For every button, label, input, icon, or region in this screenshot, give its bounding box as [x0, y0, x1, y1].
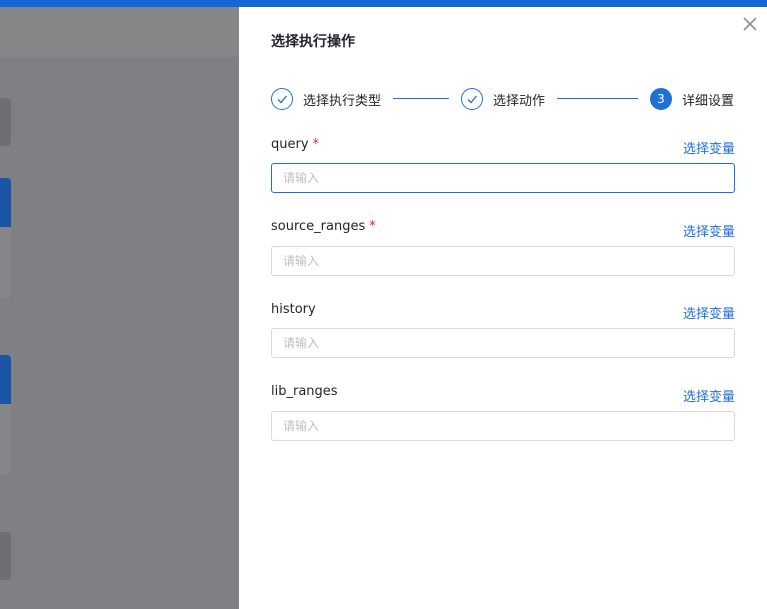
step-connector: [557, 98, 638, 99]
check-icon: [461, 88, 483, 110]
lib-ranges-select-variable-link[interactable]: 选择变量: [683, 386, 735, 405]
step-2-label: 选择动作: [493, 93, 546, 109]
step-3: 3 详细设置: [650, 87, 734, 111]
query-select-variable-link[interactable]: 选择变量: [683, 138, 735, 157]
history-select-variable-link[interactable]: 选择变量: [683, 303, 735, 322]
lib-ranges-label: lib_ranges: [271, 384, 338, 399]
source-ranges-input[interactable]: [271, 246, 735, 276]
step-3-number: 3: [650, 88, 672, 110]
background-pill: [0, 98, 11, 146]
step-1: 选择执行类型: [271, 87, 381, 111]
top-accent-bar: [0, 0, 767, 7]
action-drawer: 选择执行操作 选择执行类型 选择动作 3 详细设置 query* 选择变量 s: [239, 7, 767, 609]
close-icon[interactable]: [741, 15, 759, 33]
background-card-header: [0, 178, 11, 227]
required-marker: *: [369, 219, 376, 234]
step-connector: [393, 98, 449, 99]
background-card-header: [0, 355, 11, 404]
step-2: 选择动作: [461, 87, 545, 111]
check-icon: [271, 88, 293, 110]
required-marker: *: [312, 137, 320, 152]
background-card: [0, 178, 11, 298]
query-input[interactable]: [271, 163, 735, 193]
source-ranges-select-variable-link[interactable]: 选择变量: [683, 221, 735, 240]
background-card: [0, 355, 11, 475]
history-label-text: history: [271, 302, 316, 317]
step-1-label: 选择执行类型: [303, 93, 382, 109]
history-label: history: [271, 302, 316, 317]
lib-ranges-label-text: lib_ranges: [271, 384, 338, 399]
step-3-label: 详细设置: [682, 93, 735, 109]
background-pill: [0, 532, 11, 580]
source-ranges-label-text: source_ranges: [271, 219, 366, 234]
steps-bar: 选择执行类型 选择动作 3 详细设置: [271, 87, 735, 113]
background-header: [0, 7, 239, 57]
history-input[interactable]: [271, 328, 735, 358]
source-ranges-label: source_ranges *: [271, 219, 376, 234]
drawer-title: 选择执行操作: [271, 34, 355, 50]
query-label-text: query: [271, 137, 309, 152]
query-label: query *: [271, 137, 319, 152]
lib-ranges-input[interactable]: [271, 411, 735, 441]
